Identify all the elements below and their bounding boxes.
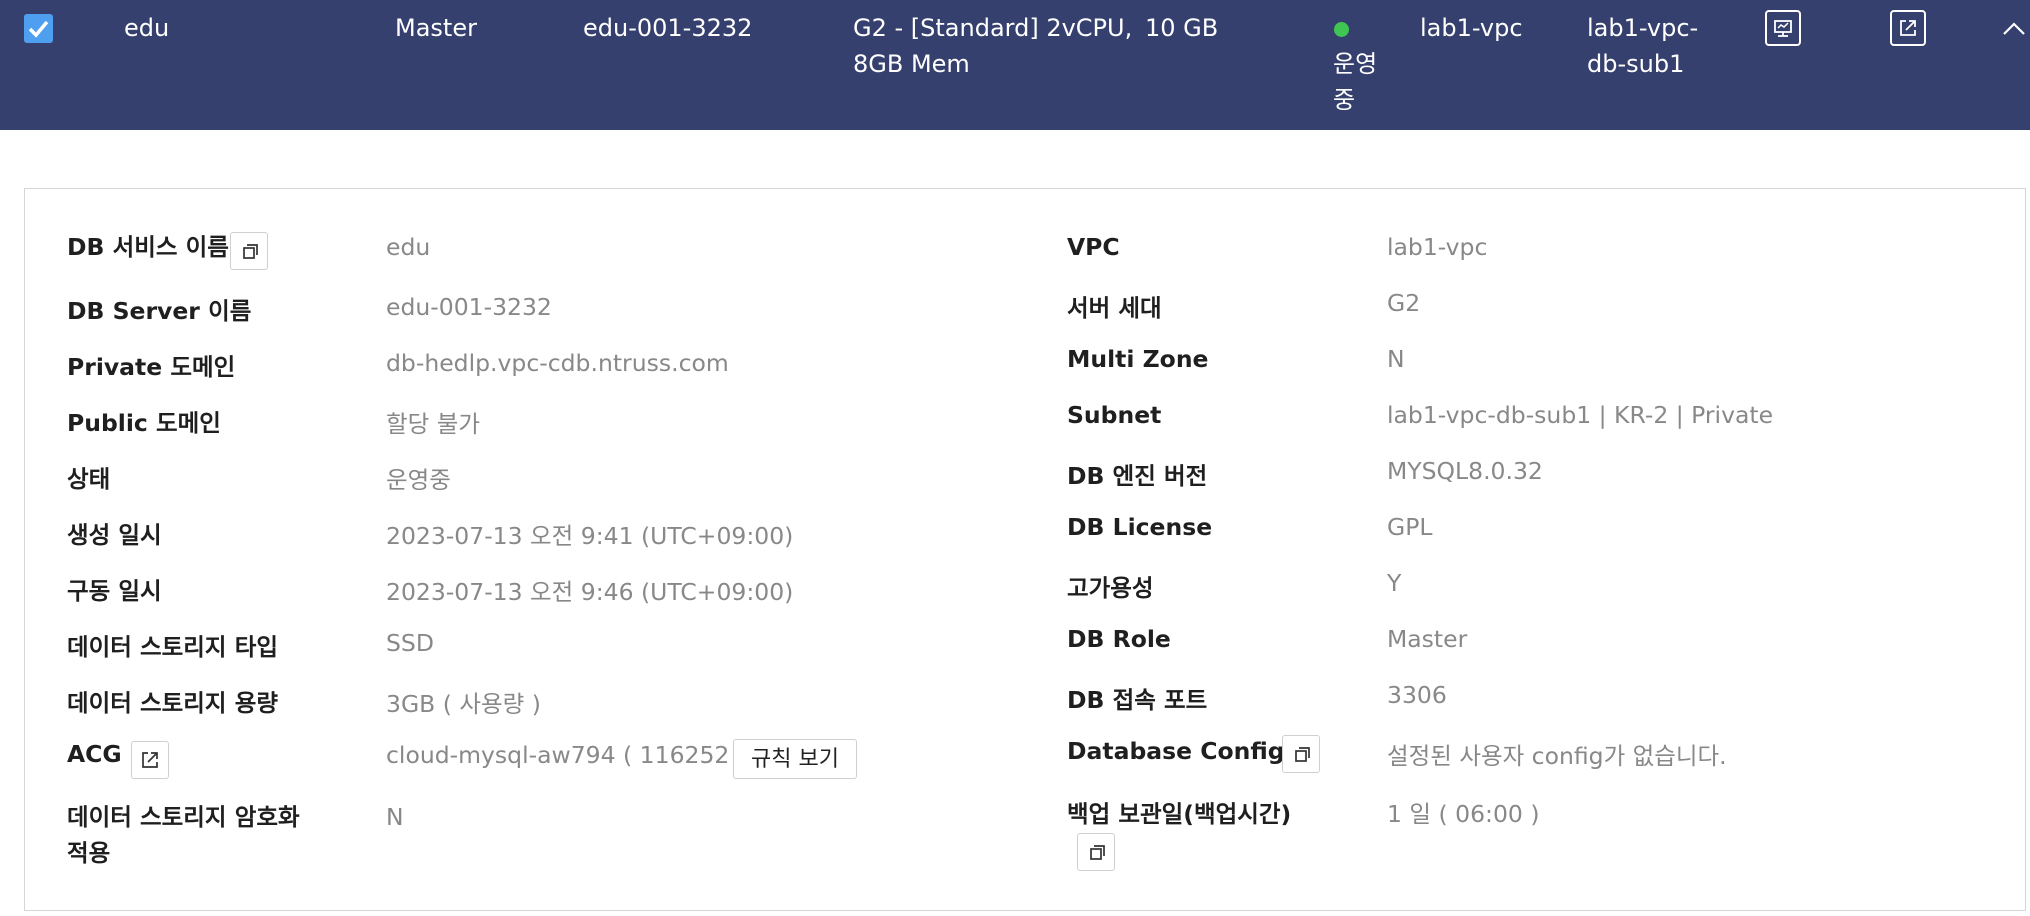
row-subnet-line2: db-sub1	[1587, 50, 1685, 78]
external-link-button[interactable]	[1890, 10, 1926, 46]
detail-label: ACG	[67, 740, 122, 768]
selected-table-row[interactable]: edu Master edu-001-3232 G2 - [Standard] …	[0, 0, 2030, 130]
acg-external-link-button[interactable]	[131, 741, 169, 779]
copy-icon	[1295, 747, 1310, 762]
detail-value: lab1-vpc	[1387, 233, 1488, 261]
detail-label: 백업 보관일(백업시간)	[1067, 800, 1292, 828]
detail-value: 운영중	[386, 466, 451, 494]
detail-panel: DB 서비스 이름 edu DB Server 이름 edu-001-3232 …	[24, 188, 2026, 911]
detail-value: 1 일 ( 06:00 )	[1387, 800, 1540, 828]
detail-label: DB 접속 포트	[1067, 686, 1208, 714]
external-link-icon	[1900, 20, 1916, 36]
detail-value: lab1-vpc-db-sub1 | KR-2 | Private	[1387, 401, 1774, 429]
row-role: Master	[395, 14, 477, 42]
detail-value: Y	[1387, 569, 1402, 597]
detail-label: Database Config	[1067, 737, 1285, 765]
detail-value: db-hedlp.vpc-cdb.ntruss.com	[386, 349, 729, 377]
status-indicator-icon	[1334, 22, 1349, 37]
monitor-button[interactable]	[1765, 10, 1801, 46]
view-rules-button[interactable]: 규칙 보기	[733, 739, 857, 779]
detail-value: edu-001-3232	[386, 293, 552, 321]
detail-label: 서버 세대	[1067, 294, 1162, 322]
row-subnet: lab1-vpc- db-sub1	[1587, 10, 1698, 82]
detail-value: 2023-07-13 오전 9:46 (UTC+09:00)	[386, 578, 794, 606]
detail-label: Public 도메인	[67, 409, 221, 437]
detail-label-line2: 적용	[67, 839, 111, 867]
detail-value: SSD	[386, 629, 434, 657]
detail-value: N	[386, 803, 404, 831]
monitor-icon	[1774, 20, 1792, 37]
external-link-icon	[142, 752, 158, 768]
row-storage: 10 GB	[1145, 14, 1219, 42]
detail-label: Multi Zone	[1067, 345, 1209, 373]
copy-icon	[243, 244, 258, 259]
detail-label: DB Server 이름	[67, 297, 252, 325]
detail-value: cloud-mysql-aw794 ( 116252 )	[386, 741, 747, 769]
row-checkbox[interactable]	[24, 14, 53, 43]
checkmark-icon	[28, 20, 49, 38]
detail-label: 생성 일시	[67, 521, 162, 549]
detail-label: VPC	[1067, 233, 1120, 261]
copy-icon	[1090, 845, 1105, 860]
detail-label: 상태	[67, 465, 111, 493]
copy-service-name-button[interactable]	[230, 232, 268, 270]
detail-label-line1: 데이터 스토리지 암호화	[67, 803, 300, 831]
row-status: 운영 중	[1333, 46, 1377, 118]
detail-label: 데이터 스토리지 타입	[67, 633, 278, 661]
chevron-up-icon[interactable]	[1998, 14, 2030, 46]
detail-label: DB 서비스 이름	[67, 233, 229, 261]
detail-value: GPL	[1387, 513, 1433, 541]
detail-label: 데이터 스토리지 암호화 적용	[67, 799, 300, 871]
detail-value: MYSQL8.0.32	[1387, 457, 1543, 485]
detail-value: 2023-07-13 오전 9:41 (UTC+09:00)	[386, 522, 794, 550]
detail-value: 할당 불가	[386, 410, 480, 438]
row-name: edu	[124, 14, 170, 42]
detail-value: Master	[1387, 625, 1468, 653]
row-status-line1: 운영	[1333, 50, 1378, 78]
copy-backup-retention-button[interactable]	[1077, 833, 1115, 871]
detail-value: 설정된 사용자 config가 없습니다.	[1387, 742, 1727, 770]
row-spec: G2 - [Standard] 2vCPU, 8GB Mem	[853, 10, 1132, 82]
detail-label: Private 도메인	[67, 353, 236, 381]
detail-label: DB License	[1067, 513, 1213, 541]
row-vpc: lab1-vpc	[1420, 14, 1523, 42]
detail-value: G2	[1387, 289, 1421, 317]
detail-label: 데이터 스토리지 용량	[67, 689, 278, 717]
row-server-name: edu-001-3232	[583, 14, 753, 42]
row-subnet-line1: lab1-vpc-	[1587, 14, 1699, 42]
detail-value: edu	[386, 233, 431, 261]
detail-label: 구동 일시	[67, 577, 162, 605]
detail-label: DB 엔진 버전	[1067, 462, 1208, 490]
detail-label: Subnet	[1067, 401, 1162, 429]
row-spec-line1: G2 - [Standard] 2vCPU,	[853, 14, 1133, 42]
row-status-line2: 중	[1333, 86, 1356, 114]
detail-label: 고가용성	[1067, 574, 1154, 602]
detail-value: N	[1387, 345, 1405, 373]
row-spec-line2: 8GB Mem	[853, 50, 970, 78]
detail-label: DB Role	[1067, 625, 1171, 653]
detail-value: 3GB ( 사용량 )	[386, 690, 541, 718]
detail-value: 3306	[1387, 681, 1447, 709]
copy-database-config-button[interactable]	[1282, 735, 1320, 773]
